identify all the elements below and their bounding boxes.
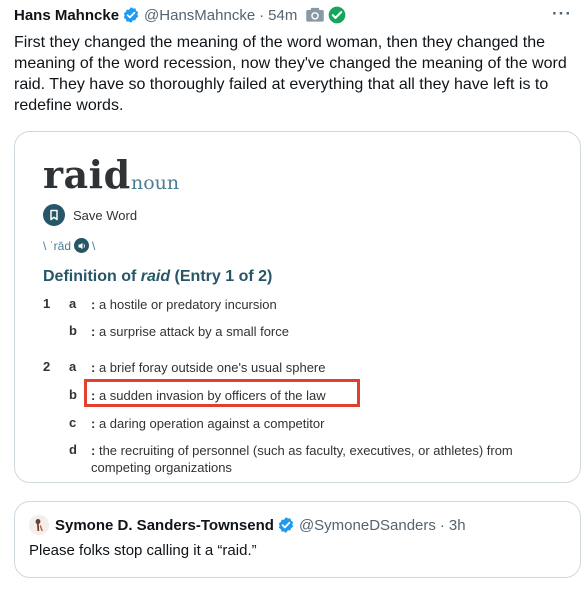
colon: : xyxy=(91,416,96,431)
sense-definition: : a daring operation against a competito… xyxy=(91,415,324,432)
sense-letter: b xyxy=(69,387,77,402)
timestamp[interactable]: 54m xyxy=(268,7,297,24)
verified-badge-icon xyxy=(277,516,295,534)
separator: · xyxy=(259,6,265,24)
media-image[interactable]: raid noun Save Word \ ˈrād \ Definition … xyxy=(14,131,581,483)
quote-handle[interactable]: @SymoneDSanders xyxy=(299,517,436,534)
quote-timestamp[interactable]: 3h xyxy=(449,517,466,534)
camera-icon xyxy=(305,6,325,24)
highlight-box xyxy=(84,379,360,407)
quote-author-name[interactable]: Symone D. Sanders-Townsend xyxy=(55,517,274,534)
sense-number: 1 xyxy=(43,296,51,311)
pronunciation-text: \ ˈrād xyxy=(43,238,72,253)
quote-text: Please folks stop calling it a “raid.” xyxy=(29,542,257,559)
quoted-tweet[interactable]: Symone D. Sanders-Townsend @SymoneDSande… xyxy=(14,501,581,578)
sense-letter: a xyxy=(69,359,77,374)
speaker-icon xyxy=(74,238,90,253)
sense-definition: : a brief foray outside one's usual sphe… xyxy=(91,359,325,376)
sense-text: a brief foray outside one's usual sphere xyxy=(98,360,326,375)
save-word: Save Word xyxy=(43,204,137,226)
sense-number: 2 xyxy=(43,359,51,374)
sense-letter: b xyxy=(69,323,77,338)
more-icon[interactable]: ··· xyxy=(552,4,572,24)
pronunciation: \ ˈrād \ xyxy=(43,238,95,253)
part-of-speech: noun xyxy=(131,172,180,194)
save-word-label: Save Word xyxy=(73,207,138,223)
sense-definition: : a surprise attack by a small force xyxy=(91,323,289,340)
sense-letter: d xyxy=(69,442,77,457)
colon: : xyxy=(91,360,96,375)
definition-heading-suffix: (Entry 1 of 2) xyxy=(170,268,273,285)
separator: · xyxy=(439,516,445,534)
sense-text: a hostile or predatory incursion xyxy=(98,297,277,312)
pronunciation-close: \ xyxy=(92,238,96,253)
author-name[interactable]: Hans Mahncke xyxy=(14,7,119,24)
quote-header: Symone D. Sanders-Townsend @SymoneDSande… xyxy=(29,515,466,535)
definition-heading-word: raid xyxy=(140,268,171,285)
dictionary-headword: raid xyxy=(43,152,131,197)
sense-letter: a xyxy=(69,296,77,311)
sense-definition: : the recruiting of personnel (such as f… xyxy=(91,442,561,476)
sense-text: a surprise attack by a small force xyxy=(98,324,289,339)
sense-text: a daring operation against a competitor xyxy=(98,416,325,431)
avatar[interactable] xyxy=(29,515,49,535)
colon: : xyxy=(91,443,96,458)
bookmark-icon xyxy=(43,204,65,226)
verified-badge-icon xyxy=(122,6,140,24)
tweet-header: Hans Mahncke @HansMahncke · 54m ··· xyxy=(14,4,572,26)
sense-letter: c xyxy=(69,415,77,430)
definition-heading: Definition of raid (Entry 1 of 2) xyxy=(43,268,272,286)
sense-definition: : a hostile or predatory incursion xyxy=(91,296,277,313)
tweet-text: First they changed the meaning of the wo… xyxy=(14,34,567,114)
colon: : xyxy=(91,324,96,339)
definition-heading-prefix: Definition of xyxy=(43,268,141,285)
sense-text: the recruiting of personnel (such as fac… xyxy=(91,443,513,475)
check-circle-icon xyxy=(327,5,347,25)
author-handle[interactable]: @HansMahncke xyxy=(144,7,255,24)
colon: : xyxy=(91,297,96,312)
